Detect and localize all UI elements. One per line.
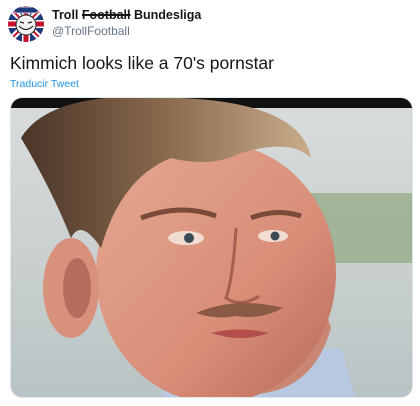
translate-tweet-link[interactable]: Traducir Tweet <box>10 78 79 90</box>
display-name-last: Bundesliga <box>133 8 202 22</box>
tweet-card: Troll Football Bundesliga @TrollFootball… <box>0 0 420 406</box>
player-portrait-image <box>11 98 412 397</box>
author-block: Troll Football Bundesliga @TrollFootball <box>52 8 201 39</box>
display-name-first: Troll <box>52 8 79 22</box>
avatar[interactable] <box>8 6 44 42</box>
display-name-strike: Football <box>81 8 131 22</box>
tweet-header: Troll Football Bundesliga @TrollFootball <box>8 6 408 44</box>
tweet-media[interactable] <box>10 97 413 398</box>
tweet-text: Kimmich looks like a 70's pornstar <box>10 53 274 73</box>
display-name[interactable]: Troll Football Bundesliga <box>52 8 201 23</box>
troll-face-union-jack-icon <box>8 6 44 42</box>
user-handle[interactable]: @TrollFootball <box>52 24 201 39</box>
